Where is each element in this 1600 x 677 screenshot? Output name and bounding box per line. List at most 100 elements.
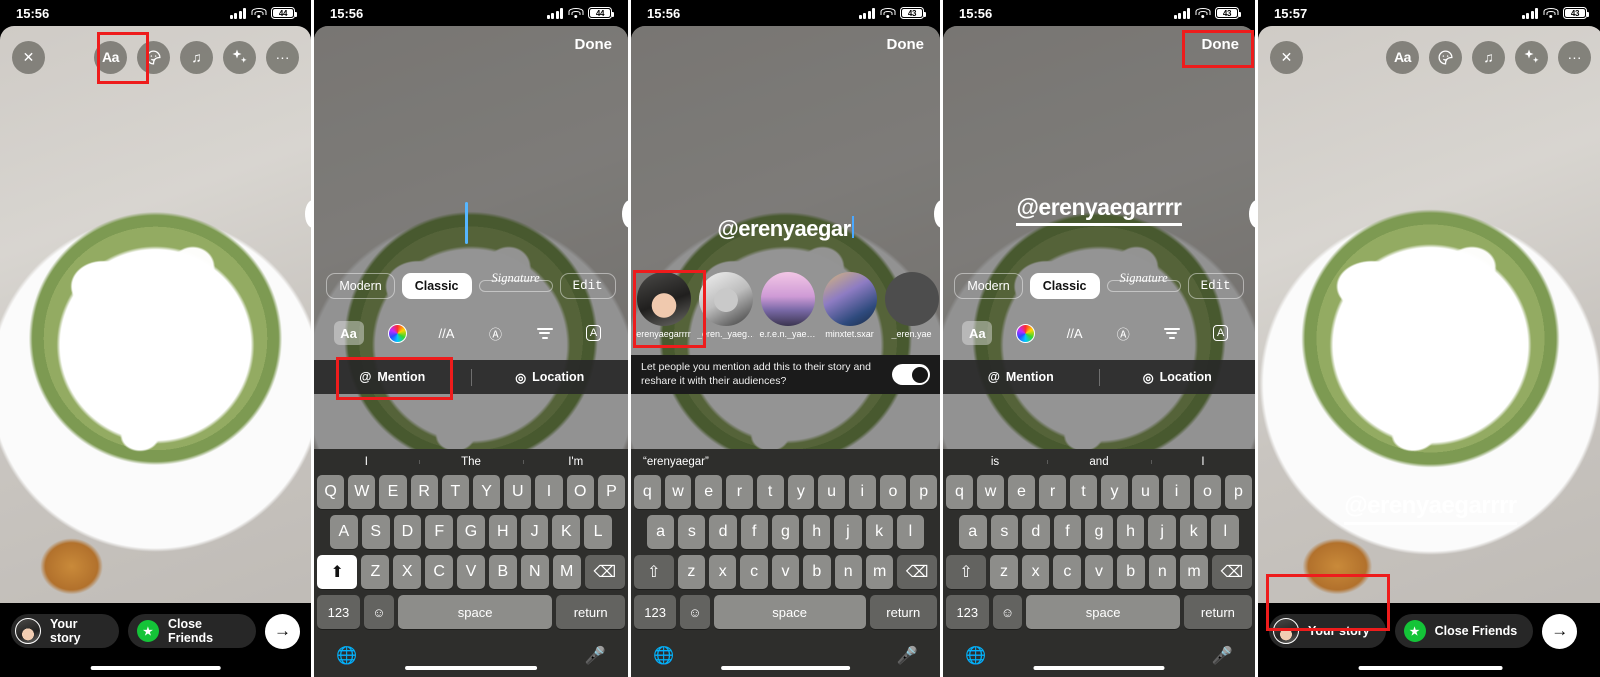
key-v[interactable]: V xyxy=(457,555,485,589)
text-align-icon[interactable] xyxy=(1157,321,1187,345)
key-z[interactable]: z xyxy=(990,555,1018,589)
key-h[interactable]: H xyxy=(488,515,517,549)
key-o[interactable]: O xyxy=(566,475,594,509)
key-q[interactable]: Q xyxy=(316,475,345,509)
key-o[interactable]: o xyxy=(1194,475,1221,509)
key-t[interactable]: t xyxy=(1070,475,1097,509)
key-m[interactable]: M xyxy=(552,555,581,589)
key-a[interactable]: a xyxy=(647,515,675,549)
font-classic[interactable]: Classic xyxy=(1029,273,1100,299)
mention-text-final[interactable]: @erenyaegarrrr xyxy=(1258,492,1600,525)
key-e[interactable]: e xyxy=(695,475,723,509)
done-button[interactable]: Done xyxy=(887,36,925,53)
font-classic[interactable]: Classic xyxy=(401,273,472,299)
prediction-2[interactable]: The xyxy=(418,456,524,468)
key-n[interactable]: n xyxy=(834,555,862,589)
key-h[interactable]: h xyxy=(803,515,831,549)
key-y[interactable]: y xyxy=(787,475,815,509)
key-d[interactable]: d xyxy=(709,515,737,549)
key-t[interactable]: t xyxy=(756,475,784,509)
key-x[interactable]: x xyxy=(709,555,737,589)
mention-button[interactable]: @ Mention xyxy=(943,370,1099,384)
key-s[interactable]: s xyxy=(990,515,1019,549)
music-icon[interactable]: ♫ xyxy=(1472,40,1505,74)
space-key[interactable]: space xyxy=(1026,595,1180,629)
text-animate-icon[interactable]: //A xyxy=(1060,321,1090,345)
suggestion-item[interactable]: _eren._yaeg… xyxy=(697,272,754,339)
suggestion-item[interactable]: e.r.e.n._yae… xyxy=(759,272,816,339)
globe-icon[interactable]: 🌐 xyxy=(336,646,357,666)
key-b[interactable]: b xyxy=(803,555,831,589)
key-h[interactable]: h xyxy=(1116,515,1145,549)
key-k[interactable]: K xyxy=(552,515,581,549)
prediction-1[interactable]: “erenyaegar” xyxy=(631,456,734,468)
return-key[interactable]: return xyxy=(869,595,937,629)
mic-icon[interactable]: 🎤 xyxy=(585,646,606,666)
key-l[interactable]: l xyxy=(896,515,924,549)
key-k[interactable]: k xyxy=(1179,515,1208,549)
key-f[interactable]: F xyxy=(425,515,454,549)
globe-icon[interactable]: 🌐 xyxy=(965,646,986,666)
key-b[interactable]: b xyxy=(1116,555,1145,589)
prediction-1[interactable]: is xyxy=(943,456,1047,468)
numbers-key[interactable]: 123 xyxy=(946,595,989,629)
prediction-3[interactable]: I'm xyxy=(523,456,628,468)
music-icon[interactable]: ♫ xyxy=(180,40,213,74)
font-signature[interactable]: Signature xyxy=(478,271,553,292)
close-friends-button[interactable]: ★ Close Friends xyxy=(127,614,256,648)
your-story-button[interactable]: Your story xyxy=(1269,614,1386,648)
prediction-3[interactable]: I xyxy=(1151,456,1255,468)
key-p[interactable]: p xyxy=(910,475,938,509)
key-j[interactable]: j xyxy=(834,515,862,549)
suggestion-item[interactable]: minxtet.sxar xyxy=(821,272,878,339)
next-arrow-button[interactable]: → xyxy=(1542,613,1578,649)
key-g[interactable]: g xyxy=(1085,515,1113,549)
key-n[interactable]: n xyxy=(1148,555,1177,589)
backspace-key[interactable]: ⌫ xyxy=(897,555,937,589)
key-v[interactable]: v xyxy=(771,555,800,589)
font-modern[interactable]: Modern xyxy=(326,273,395,299)
color-wheel-icon[interactable] xyxy=(383,321,413,345)
key-m[interactable]: m xyxy=(865,555,894,589)
shift-key[interactable]: ⇧ xyxy=(634,555,674,589)
story-canvas[interactable]: ✕ Aa ♫ ··· @erenyaegarrrr xyxy=(1258,26,1600,677)
key-q[interactable]: q xyxy=(633,475,661,509)
suggestion-item[interactable]: erenyaegarrrr xyxy=(635,272,692,339)
color-wheel-icon[interactable] xyxy=(1011,321,1041,345)
text-background-icon[interactable]: A xyxy=(579,321,609,345)
key-p[interactable]: P xyxy=(597,475,626,509)
key-j[interactable]: J xyxy=(520,515,549,549)
key-i[interactable]: I xyxy=(535,475,563,509)
effects-icon[interactable] xyxy=(1515,40,1548,74)
return-key[interactable]: return xyxy=(1183,595,1252,629)
key-n[interactable]: N xyxy=(520,555,549,589)
key-g[interactable]: G xyxy=(457,515,485,549)
key-l[interactable]: L xyxy=(584,515,613,549)
font-edit[interactable]: Edit xyxy=(1187,273,1244,299)
key-w[interactable]: w xyxy=(664,475,692,509)
mic-icon[interactable]: 🎤 xyxy=(897,646,918,666)
key-l[interactable]: l xyxy=(1211,515,1240,549)
globe-icon[interactable]: 🌐 xyxy=(653,646,674,666)
key-y[interactable]: Y xyxy=(473,475,501,509)
key-a[interactable]: A xyxy=(329,515,358,549)
key-w[interactable]: W xyxy=(348,475,376,509)
sticker-icon[interactable] xyxy=(137,40,170,74)
key-s[interactable]: S xyxy=(361,515,390,549)
location-button[interactable]: ◎ Location xyxy=(472,370,629,385)
text-size-icon[interactable]: Aa xyxy=(333,321,364,345)
your-story-button[interactable]: Your story xyxy=(11,614,119,648)
key-x[interactable]: x xyxy=(1021,555,1050,589)
key-a[interactable]: a xyxy=(958,515,987,549)
key-q[interactable]: q xyxy=(946,475,973,509)
backspace-key[interactable]: ⌫ xyxy=(1211,555,1252,589)
prediction-2[interactable]: and xyxy=(1047,456,1151,468)
key-p[interactable]: p xyxy=(1225,475,1252,509)
font-signature[interactable]: Signature xyxy=(1106,271,1181,292)
done-button[interactable]: Done xyxy=(575,36,613,53)
key-v[interactable]: v xyxy=(1085,555,1113,589)
key-z[interactable]: Z xyxy=(361,555,390,589)
key-j[interactable]: j xyxy=(1148,515,1176,549)
close-friends-button[interactable]: ★ Close Friends xyxy=(1394,614,1534,648)
space-key[interactable]: space xyxy=(397,595,553,629)
